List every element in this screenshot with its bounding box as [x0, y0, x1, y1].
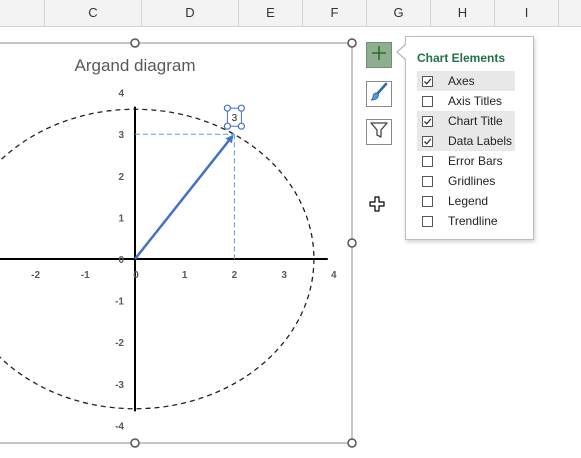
flyout-item-label: Legend: [448, 194, 489, 208]
resize-handle-right[interactable]: [347, 238, 357, 248]
y-tick-label: -2: [115, 338, 124, 349]
axis-titles-checkbox[interactable]: [422, 95, 433, 107]
resize-handle-bottom-right[interactable]: [347, 438, 357, 448]
flyout-item-legend[interactable]: Legend: [417, 191, 515, 211]
chart-title[interactable]: Argand diagram: [75, 56, 196, 75]
chart-frame: [0, 42, 353, 444]
data-label-text: 3: [232, 113, 238, 124]
x-tick-label: 0: [133, 270, 139, 281]
flyout-item-data-labels[interactable]: Data Labels: [417, 131, 515, 151]
y-tick-label: -1: [115, 297, 124, 308]
data-label-handle[interactable]: [237, 122, 245, 130]
plus-icon: [371, 45, 387, 66]
checkmark-icon: [424, 138, 432, 145]
resize-handle-top[interactable]: [130, 38, 140, 48]
flyout-item-error-bars[interactable]: Error Bars: [417, 151, 515, 171]
y-tick-label: 2: [118, 172, 124, 183]
flyout-pointer-fill: [398, 45, 406, 59]
complex-number-vector[interactable]: [134, 134, 234, 260]
legend-checkbox[interactable]: [422, 195, 433, 207]
chart-elements-button[interactable]: [366, 42, 392, 68]
checkmark-icon: [424, 78, 432, 85]
x-tick-label: 3: [281, 270, 287, 281]
flyout-item-axes[interactable]: Axes: [417, 71, 515, 91]
data-label-handle[interactable]: [223, 104, 231, 112]
flyout-item-label: Axis Titles: [448, 94, 503, 108]
chart-styles-button[interactable]: [366, 81, 392, 107]
y-tick-label: 3: [118, 130, 124, 141]
flyout-item-label: Data Labels: [448, 134, 513, 148]
x-tick-label: 1: [182, 270, 188, 281]
move-cursor-icon: [369, 196, 385, 217]
x-tick-label: 2: [232, 270, 238, 281]
chart-elements-flyout: Chart Elements Axes Axis Titles Chart Ti…: [405, 36, 534, 240]
flyout-item-axis-titles[interactable]: Axis Titles: [417, 91, 515, 111]
flyout-item-label: Trendline: [448, 214, 498, 228]
flyout-title: Chart Elements: [417, 51, 506, 65]
funnel-icon: [369, 120, 389, 145]
resize-handle-top-right[interactable]: [347, 38, 357, 48]
flyout-item-label: Gridlines: [448, 174, 496, 188]
x-axis-tick-labels: -2 -1 0 1 2 3 4: [31, 270, 337, 281]
data-label-handle[interactable]: [237, 104, 245, 112]
trendline-checkbox[interactable]: [422, 215, 433, 227]
x-tick-label: -1: [81, 270, 90, 281]
flyout-item-gridlines[interactable]: Gridlines: [417, 171, 515, 191]
flyout-item-trendline[interactable]: Trendline: [417, 211, 515, 231]
axes-checkbox[interactable]: [422, 75, 433, 87]
error-bars-checkbox[interactable]: [422, 155, 433, 167]
resize-handle-bottom[interactable]: [130, 438, 140, 448]
x-tick-label: -2: [31, 270, 40, 281]
data-label[interactable]: 3: [223, 104, 245, 130]
flyout-item-label: Error Bars: [448, 154, 503, 168]
y-tick-label: -4: [115, 421, 124, 432]
x-tick-label: 4: [331, 270, 337, 281]
data-labels-checkbox[interactable]: [422, 135, 433, 147]
flyout-item-chart-title[interactable]: Chart Title: [417, 111, 515, 131]
y-axis-tick-labels: 4 3 2 1 0 -1 -2 -3 -4: [115, 89, 124, 433]
chart-title-checkbox[interactable]: [422, 115, 433, 127]
checkmark-icon: [424, 118, 432, 125]
chart-filters-button[interactable]: [366, 119, 392, 145]
data-label-handle[interactable]: [223, 122, 231, 130]
y-tick-label: -3: [115, 380, 124, 391]
flyout-item-label: Axes: [448, 74, 475, 88]
flyout-item-label: Chart Title: [448, 114, 503, 128]
paintbrush-icon: [369, 82, 389, 107]
y-tick-label: 4: [118, 89, 124, 100]
gridlines-checkbox[interactable]: [422, 175, 433, 187]
y-tick-label: 1: [118, 213, 124, 224]
y-tick-label: 0: [118, 255, 124, 266]
